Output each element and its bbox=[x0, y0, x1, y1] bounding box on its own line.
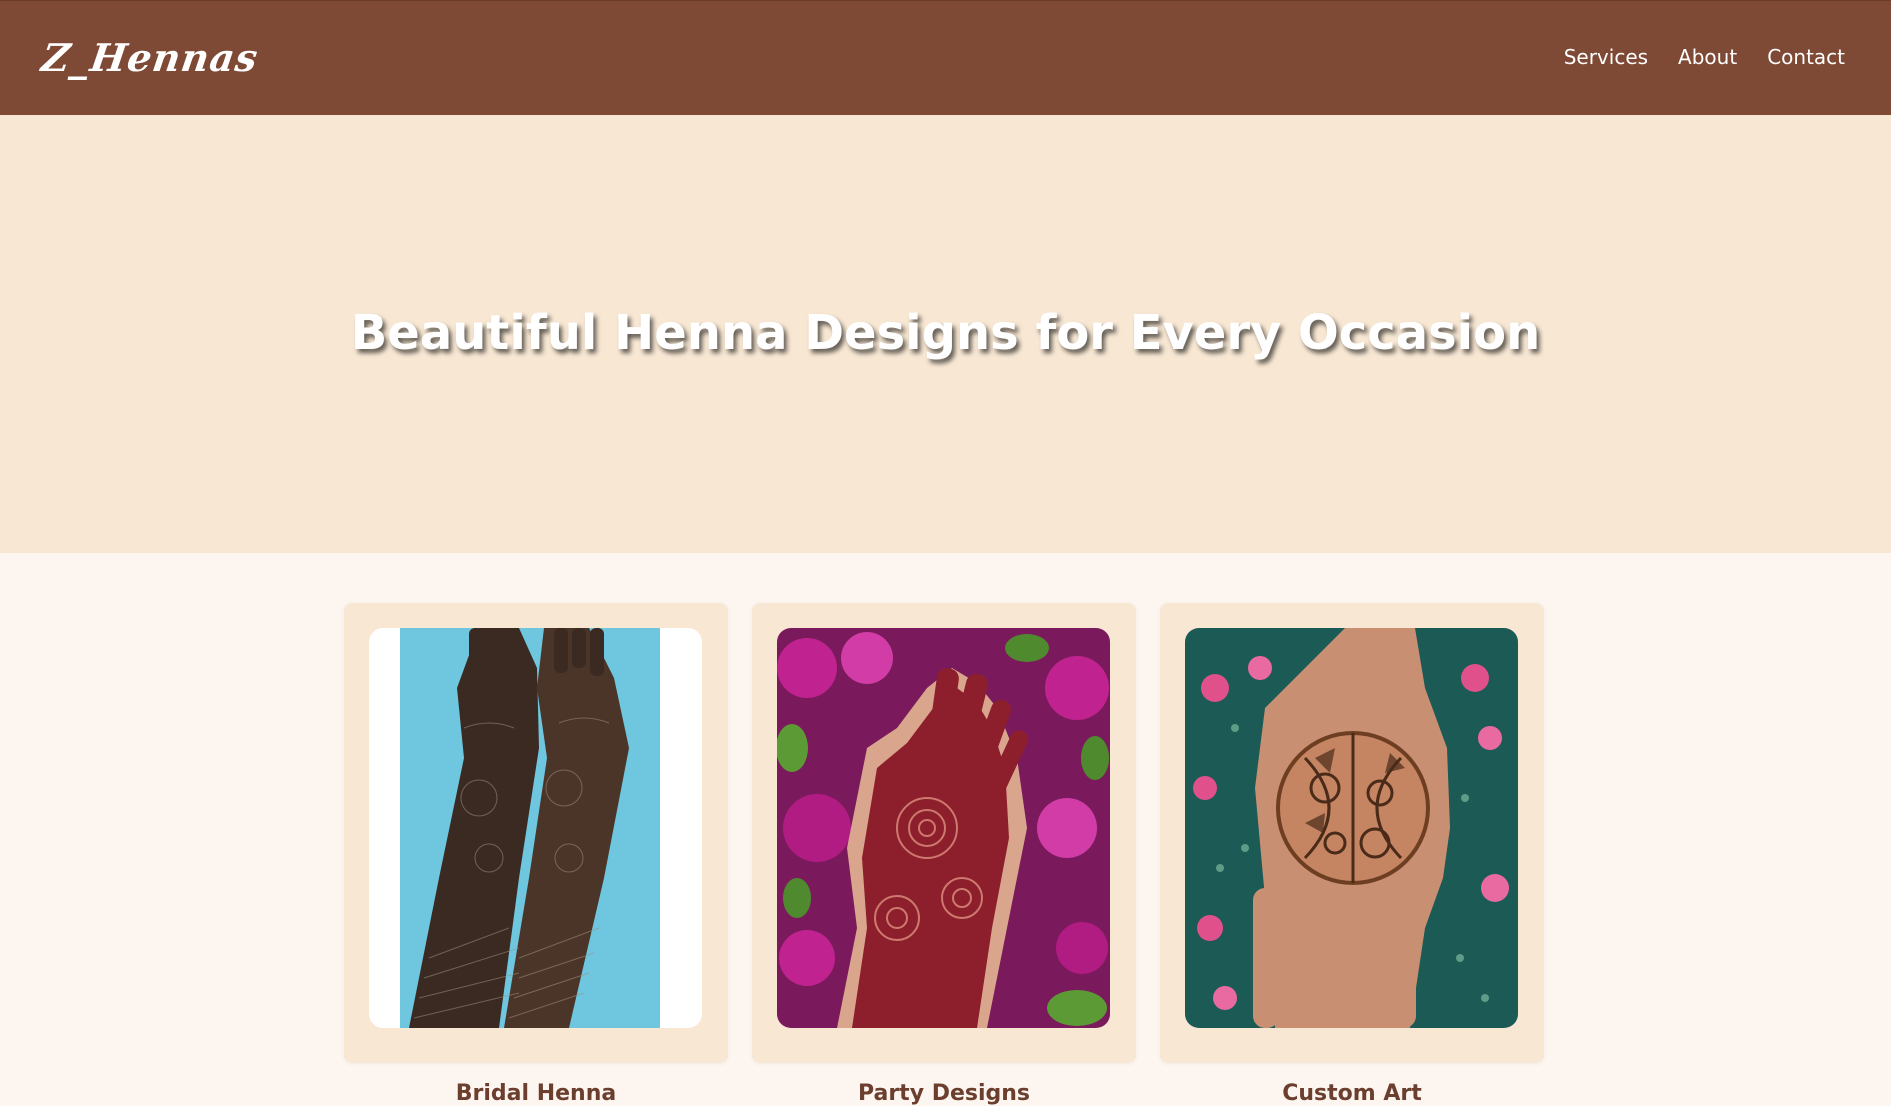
nav-services-link[interactable]: Services bbox=[1564, 45, 1648, 69]
service-card-custom[interactable]: Custom Art bbox=[1160, 603, 1544, 1106]
nav-contact-link[interactable]: Contact bbox=[1767, 45, 1845, 69]
nav-about-link[interactable]: About bbox=[1678, 45, 1737, 69]
hero-section: Beautiful Henna Designs for Every Occasi… bbox=[0, 115, 1891, 553]
card-title-party: Party Designs bbox=[857, 1081, 1031, 1106]
service-card-party[interactable]: Party Designs bbox=[752, 603, 1136, 1106]
party-designs-image bbox=[777, 628, 1110, 1028]
custom-art-image bbox=[1185, 628, 1518, 1028]
card-title-bridal: Bridal Henna bbox=[455, 1081, 617, 1106]
hero-title: Beautiful Henna Designs for Every Occasi… bbox=[350, 305, 1541, 361]
nav-links: Services About Contact bbox=[1564, 45, 1845, 69]
services-section: Bridal Henna Party Designs Custom Art bbox=[0, 553, 1891, 1106]
bridal-henna-image bbox=[369, 628, 702, 1028]
card-title-custom: Custom Art bbox=[1282, 1081, 1422, 1106]
service-card-bridal[interactable]: Bridal Henna bbox=[344, 603, 728, 1106]
logo[interactable]: Z_Hennas bbox=[39, 35, 261, 80]
navbar: Z_Hennas Services About Contact bbox=[0, 0, 1891, 115]
